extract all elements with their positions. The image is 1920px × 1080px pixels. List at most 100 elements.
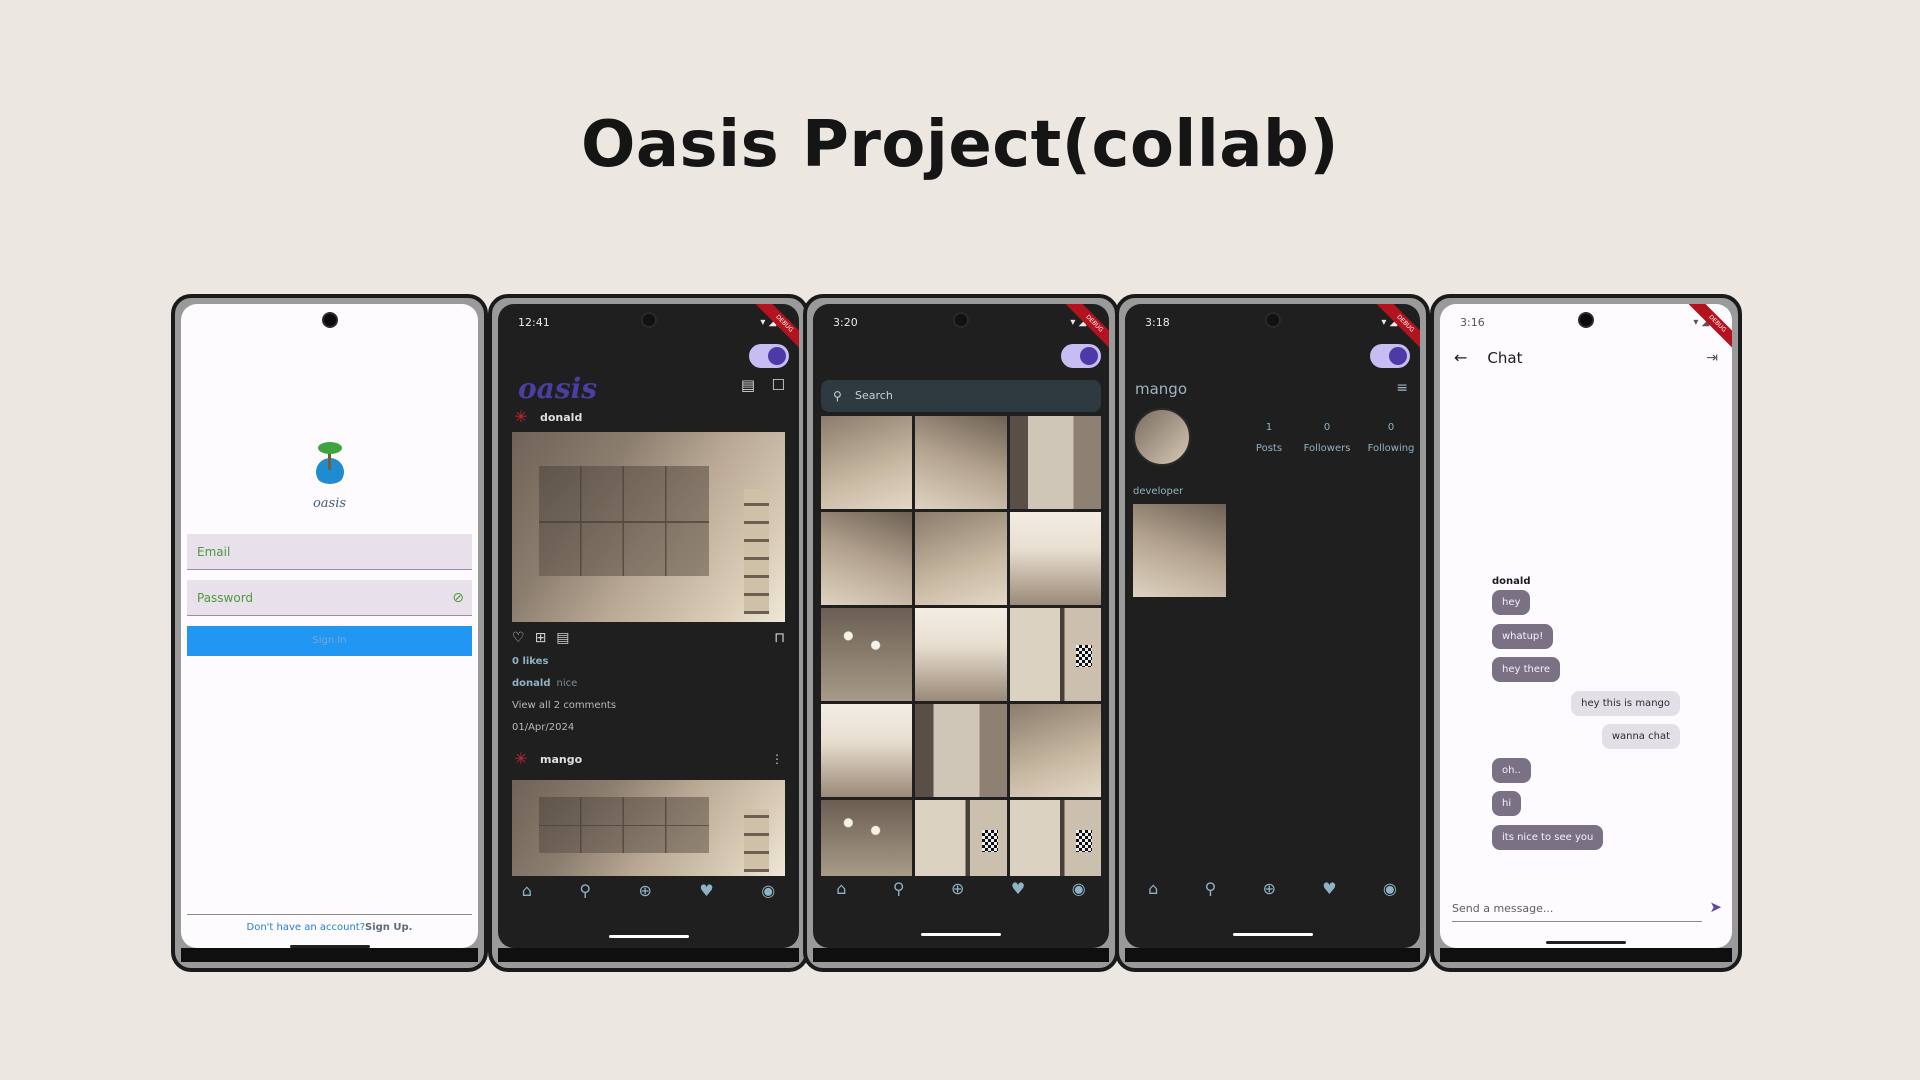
logo-text: oasis — [312, 496, 347, 511]
search-input[interactable]: ⚲ Search — [821, 380, 1101, 412]
grid-tile[interactable] — [915, 800, 1007, 876]
post-username[interactable]: donald — [540, 411, 582, 424]
theme-toggle[interactable] — [1061, 344, 1101, 368]
chat-title: Chat — [1487, 348, 1523, 367]
chat-screen: 3:16 ▾ ◢ ▮ DEBUG ← Chat ⇥ donald hey wha… — [1440, 304, 1732, 948]
grid-tile[interactable] — [915, 608, 1007, 701]
phone-chin — [181, 948, 478, 962]
visibility-off-icon[interactable]: ⊘ — [452, 580, 464, 616]
phone-search: 3:20 ▾ ◢ ▮ DEBUG ⚲ Search ⌂ — [803, 294, 1119, 972]
add-circle-icon[interactable]: ⊕ — [639, 881, 652, 900]
signup-link[interactable]: Sign Up. — [365, 922, 412, 933]
heart-icon[interactable]: ♥ — [1011, 879, 1025, 898]
password-field[interactable]: Password ⊘ — [187, 580, 472, 616]
front-camera — [953, 312, 969, 328]
post-image[interactable] — [512, 432, 785, 622]
message-bubble: hey this is mango — [1571, 691, 1680, 716]
status-time: 3:18 — [1145, 315, 1170, 329]
post-username[interactable]: mango — [540, 753, 582, 766]
email-field[interactable]: Email — [187, 534, 472, 570]
home-icon[interactable]: ⌂ — [836, 879, 846, 898]
search-icon[interactable]: ⚲ — [579, 881, 591, 900]
message-icon[interactable]: ▤ — [741, 376, 755, 394]
heart-icon[interactable]: ♥ — [1322, 879, 1336, 898]
status-time: 3:20 — [833, 315, 858, 329]
account-icon[interactable]: ◉ — [1383, 879, 1397, 898]
grid-tile[interactable] — [821, 512, 913, 605]
message-bubble: hey — [1492, 590, 1531, 615]
phone-chin — [1125, 948, 1420, 962]
heart-icon[interactable]: ♥ — [699, 881, 713, 900]
profile-post-thumbnail[interactable] — [1133, 504, 1226, 597]
grid-tile[interactable] — [1009, 416, 1101, 509]
back-arrow-icon[interactable]: ← — [1454, 348, 1467, 367]
search-icon[interactable]: ⚲ — [1205, 879, 1217, 898]
profile-bio: developer — [1133, 486, 1184, 497]
grid-tile[interactable] — [821, 416, 913, 509]
caption-username[interactable]: donald — [512, 678, 550, 689]
status-time: 3:16 — [1460, 315, 1485, 329]
view-comments-link[interactable]: View all 2 comments — [512, 700, 616, 711]
stat-label: Posts — [1255, 443, 1283, 454]
home-icon[interactable]: ⌂ — [1148, 879, 1158, 898]
more-vert-icon[interactable]: ⋮ — [771, 752, 783, 766]
post-actions: ♡ ⊞ ▤ ⊓ — [512, 630, 785, 646]
stat-value: 1 — [1265, 422, 1273, 433]
message-bubble: whatup! — [1492, 624, 1554, 649]
stat-following[interactable]: 0 Following — [1363, 422, 1419, 454]
stat-followers[interactable]: 0 Followers — [1299, 422, 1355, 454]
stat-value: 0 — [1323, 422, 1331, 433]
account-icon[interactable]: ◉ — [1072, 879, 1086, 898]
divider — [187, 914, 472, 915]
likes-count: 0 likes — [512, 656, 549, 667]
message-bubble: wanna chat — [1601, 724, 1680, 749]
menu-icon[interactable]: ≡ — [1396, 380, 1408, 396]
stat-label: Following — [1367, 443, 1415, 454]
logout-icon[interactable]: ⇥ — [1706, 350, 1718, 366]
phone-chin — [498, 948, 799, 962]
post-header[interactable]: ✳ mango — [512, 750, 582, 768]
grid-tile[interactable] — [1009, 512, 1101, 605]
send-icon[interactable]: ➤ — [1709, 898, 1722, 916]
sign-in-button[interactable]: Sign In — [187, 626, 472, 656]
comment-icon[interactable]: ▤ — [556, 630, 569, 646]
message-input[interactable]: Send a message... — [1452, 896, 1702, 922]
front-camera — [321, 312, 338, 328]
heart-icon[interactable]: ♡ — [512, 630, 525, 646]
password-placeholder: Password — [197, 591, 254, 605]
grid-tile[interactable] — [821, 704, 913, 797]
grid-tile[interactable] — [1009, 608, 1101, 701]
theme-toggle[interactable] — [1370, 344, 1410, 368]
grid-tile[interactable] — [1009, 704, 1101, 797]
post-header[interactable]: ✳ donald — [512, 408, 582, 426]
phone-profile: 3:18 ▾ ◢ ▮ DEBUG mango ≡ 1 Posts 0 Follo… — [1115, 294, 1430, 972]
home-icon[interactable]: ⌂ — [522, 881, 532, 900]
grid-tile[interactable] — [1009, 800, 1101, 876]
account-icon[interactable]: ◉ — [761, 881, 775, 900]
grid-tile[interactable] — [821, 608, 913, 701]
page-title: Oasis Project(collab) — [580, 108, 1340, 182]
message-bubble: oh.. — [1492, 758, 1531, 783]
profile-avatar[interactable] — [1133, 408, 1191, 466]
add-circle-icon[interactable]: ⊕ — [1263, 879, 1276, 898]
grid-tile[interactable] — [821, 800, 913, 876]
app-logo: oasis — [518, 372, 597, 405]
grid-tile[interactable] — [915, 704, 1007, 797]
chat-icon[interactable]: ☐ — [772, 376, 785, 394]
front-camera — [1264, 312, 1281, 328]
bookmark-icon[interactable]: ⊓ — [774, 630, 785, 646]
feed-screen: 12:41 ▾ ◢ ▮ DEBUG oasis ▤ ☐ ✳ donald ♡ ⊞… — [498, 304, 799, 948]
caption-text: nice — [556, 678, 578, 689]
stat-value: 0 — [1387, 422, 1395, 433]
add-circle-icon[interactable]: ⊕ — [951, 879, 964, 898]
front-camera — [640, 312, 657, 328]
post-date: 01/Apr/2024 — [512, 722, 575, 733]
post-image[interactable] — [512, 780, 785, 876]
add-box-icon[interactable]: ⊞ — [535, 630, 547, 646]
search-icon[interactable]: ⚲ — [893, 879, 905, 898]
theme-toggle[interactable] — [749, 344, 789, 368]
grid-tile[interactable] — [915, 416, 1007, 509]
avatar: ✳ — [514, 407, 528, 426]
search-icon: ⚲ — [833, 389, 842, 403]
grid-tile[interactable] — [915, 512, 1007, 605]
